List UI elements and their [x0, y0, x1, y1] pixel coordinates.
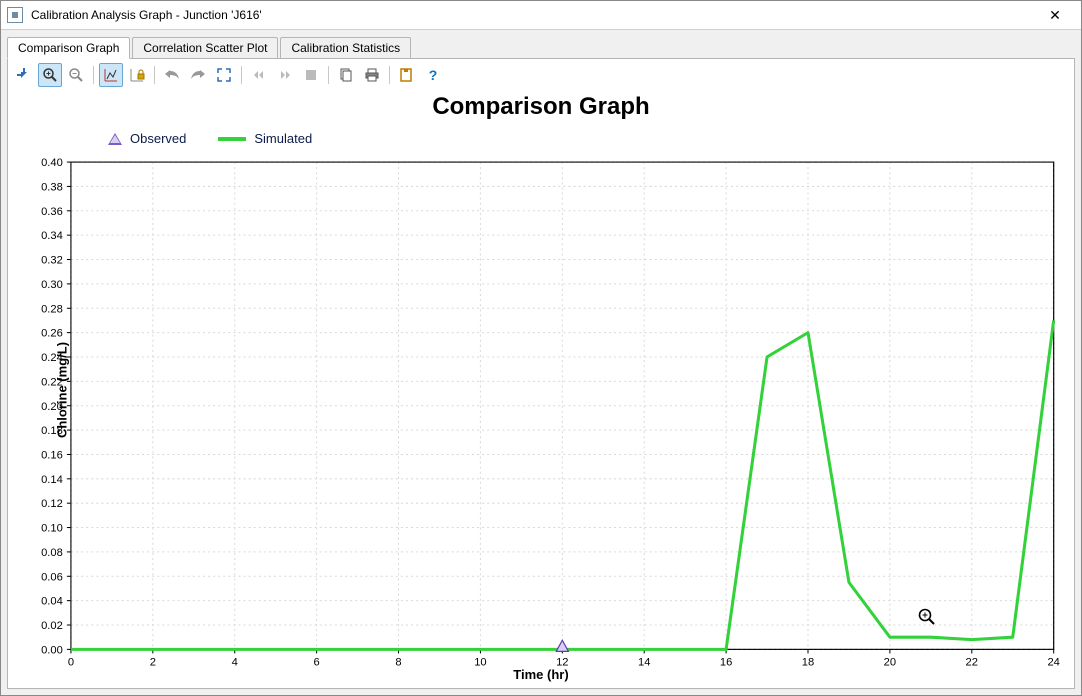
options-button[interactable] — [395, 63, 419, 87]
tab-correlation-scatter-plot[interactable]: Correlation Scatter Plot — [132, 37, 278, 58]
zoom-extents-button[interactable] — [212, 63, 236, 87]
help-icon: ? — [429, 67, 438, 83]
svg-text:0.24: 0.24 — [41, 352, 63, 364]
chart-area[interactable]: Comparison Graph Observed Simulated Chlo… — [8, 91, 1074, 688]
client-area: Comparison Graph Correlation Scatter Plo… — [1, 30, 1081, 695]
svg-text:20: 20 — [884, 657, 896, 669]
svg-text:4: 4 — [232, 657, 238, 669]
svg-text:24: 24 — [1047, 657, 1059, 669]
toolbar-separator — [241, 66, 242, 84]
svg-text:14: 14 — [638, 657, 650, 669]
help-button[interactable]: ? — [421, 63, 445, 87]
tab-panel: ? Comparison Graph Observed Simulated Ch… — [7, 58, 1075, 689]
chart-toolbar: ? — [8, 59, 1074, 91]
zoom-in-button[interactable] — [38, 63, 62, 87]
window-title: Calibration Analysis Graph - Junction 'J… — [31, 8, 1035, 22]
close-button[interactable]: ✕ — [1035, 1, 1075, 29]
chart-svg: 0.00 0.02 0.04 0.06 0.08 0.10 0.12 0.14 0.16 0.18… — [8, 91, 1074, 690]
undo-button[interactable] — [160, 63, 184, 87]
svg-text:0.04: 0.04 — [41, 596, 63, 608]
svg-text:0.36: 0.36 — [41, 206, 63, 218]
svg-text:0.14: 0.14 — [41, 474, 63, 486]
svg-text:0.10: 0.10 — [41, 523, 63, 535]
toolbar-separator — [389, 66, 390, 84]
svg-text:6: 6 — [314, 657, 320, 669]
svg-text:0.40: 0.40 — [41, 157, 63, 169]
tab-strip: Comparison Graph Correlation Scatter Plo… — [7, 36, 1075, 58]
svg-text:16: 16 — [720, 657, 732, 669]
svg-text:0.08: 0.08 — [41, 547, 63, 559]
tab-comparison-graph[interactable]: Comparison Graph — [7, 37, 130, 59]
svg-text:0.26: 0.26 — [41, 328, 63, 340]
app-window: Calibration Analysis Graph - Junction 'J… — [0, 0, 1082, 696]
scroll-right-button[interactable] — [273, 63, 297, 87]
pan-button[interactable] — [12, 63, 36, 87]
svg-text:10: 10 — [474, 657, 486, 669]
svg-text:12: 12 — [556, 657, 568, 669]
svg-text:18: 18 — [802, 657, 814, 669]
svg-text:0.20: 0.20 — [41, 401, 63, 413]
titlebar: Calibration Analysis Graph - Junction 'J… — [1, 1, 1081, 30]
tab-label: Calibration Statistics — [291, 41, 400, 55]
svg-text:0.34: 0.34 — [41, 230, 63, 242]
print-button[interactable] — [360, 63, 384, 87]
svg-text:8: 8 — [395, 657, 401, 669]
svg-text:0.02: 0.02 — [41, 620, 63, 632]
copy-button[interactable] — [334, 63, 358, 87]
svg-text:0.30: 0.30 — [41, 279, 63, 291]
scroll-left-button[interactable] — [247, 63, 271, 87]
toolbar-separator — [93, 66, 94, 84]
redo-button[interactable] — [186, 63, 210, 87]
tab-calibration-statistics[interactable]: Calibration Statistics — [280, 37, 411, 58]
fixed-axis-button[interactable] — [125, 63, 149, 87]
toolbar-separator — [154, 66, 155, 84]
svg-text:0.32: 0.32 — [41, 255, 63, 267]
app-icon — [7, 7, 23, 23]
svg-text:0.18: 0.18 — [41, 425, 63, 437]
zoom-out-button[interactable] — [64, 63, 88, 87]
svg-text:22: 22 — [966, 657, 978, 669]
svg-text:0.22: 0.22 — [41, 376, 63, 388]
svg-text:0.38: 0.38 — [41, 181, 63, 193]
svg-text:2: 2 — [150, 657, 156, 669]
stop-button[interactable] — [299, 63, 323, 87]
svg-text:0.06: 0.06 — [41, 571, 63, 583]
svg-text:0.00: 0.00 — [41, 644, 63, 656]
tab-label: Correlation Scatter Plot — [143, 41, 267, 55]
svg-text:0.16: 0.16 — [41, 450, 63, 462]
svg-text:0: 0 — [68, 657, 74, 669]
svg-text:0.12: 0.12 — [41, 498, 63, 510]
toolbar-separator — [328, 66, 329, 84]
svg-text:0.28: 0.28 — [41, 303, 63, 315]
dynamic-axis-button[interactable] — [99, 63, 123, 87]
tab-label: Comparison Graph — [18, 41, 119, 55]
